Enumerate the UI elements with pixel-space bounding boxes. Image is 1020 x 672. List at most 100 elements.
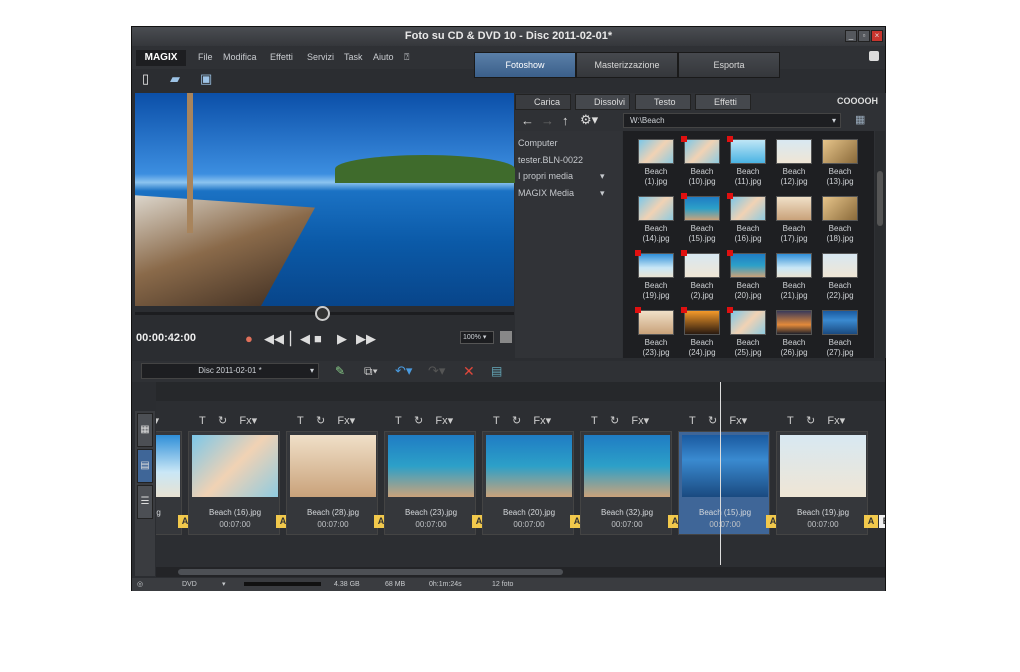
menu-task[interactable]: Task <box>344 52 363 62</box>
path-dropdown[interactable]: W:\Beach ▾ <box>623 113 841 128</box>
mode-masterizzazione[interactable]: Masterizzazione <box>576 52 678 78</box>
save-icon[interactable]: ▣ <box>200 71 214 86</box>
transition-button[interactable]: AB <box>864 515 885 528</box>
timeline-view-button[interactable]: ▤ <box>137 449 153 483</box>
undo-icon[interactable]: ↶▾ <box>395 363 412 379</box>
file-item[interactable]: Beach (13).jpg <box>817 139 863 194</box>
rotate-icon[interactable]: ↻ <box>806 415 815 427</box>
file-item[interactable]: Beach (25).jpg <box>725 307 771 358</box>
split-icon[interactable]: ⧉▾ <box>364 364 378 379</box>
vertical-scrollbar[interactable] <box>875 131 885 358</box>
chevron-down-icon[interactable]: ▾ <box>350 415 356 427</box>
file-item[interactable]: Beach (1).jpg <box>633 139 679 194</box>
open-folder-icon[interactable]: ▰ <box>170 71 184 86</box>
chevron-down-icon[interactable]: ▾ <box>742 415 748 427</box>
storyboard-clip[interactable]: Beach (15).jpg 00:07:00 T ↻ Fx▾ <box>678 415 770 535</box>
file-item[interactable]: Beach (20).jpg <box>725 250 771 308</box>
file-item[interactable]: Beach (26).jpg <box>771 310 817 358</box>
fx-icon[interactable]: Fx <box>435 415 447 427</box>
auto-photo-icon[interactable]: ✎ <box>335 364 345 378</box>
text-icon[interactable]: T <box>787 415 794 427</box>
rotate-icon[interactable]: ↻ <box>316 415 325 427</box>
delete-icon[interactable]: ✕ <box>463 363 475 380</box>
menu-effetti[interactable]: Effetti <box>270 52 293 62</box>
file-item[interactable]: Beach (23).jpg <box>633 307 679 358</box>
storyboard-clip[interactable]: Beach (19).jpg 00:07:00 T ↻ Fx▾ <box>776 415 868 535</box>
file-item[interactable]: Beach (21).jpg <box>771 253 817 308</box>
playhead[interactable] <box>720 382 721 565</box>
back-icon[interactable]: ← <box>521 113 534 128</box>
disc-select[interactable]: Disc 2011-02-01 * ▾ <box>141 363 319 379</box>
mode-fotoshow[interactable]: Fotoshow <box>474 52 576 78</box>
fullscreen-icon[interactable] <box>500 331 512 343</box>
text-icon[interactable]: T <box>493 415 500 427</box>
horizontal-scroll-thumb[interactable] <box>178 569 563 575</box>
fx-icon[interactable]: Fx <box>729 415 741 427</box>
tree-my-media[interactable]: I propri media <box>518 171 573 181</box>
new-file-icon[interactable]: ▯ <box>142 71 156 86</box>
stop-icon[interactable]: ■ <box>314 331 322 346</box>
file-item[interactable]: Beach (22).jpg <box>817 253 863 308</box>
to-start-icon[interactable]: ▏◀ <box>290 331 310 347</box>
text-icon[interactable]: T <box>199 415 206 427</box>
rotate-icon[interactable]: ↻ <box>708 415 717 427</box>
file-item[interactable]: Beach (10).jpg <box>679 136 725 194</box>
storyboard-clip[interactable]: Beach (28).jpg 00:07:00 T ↻ Fx▾ <box>286 415 378 535</box>
file-item[interactable]: Beach (24).jpg <box>679 307 725 358</box>
rotate-icon[interactable]: ↻ <box>610 415 619 427</box>
record-icon[interactable]: ● <box>245 331 253 346</box>
file-item[interactable]: Beach (12).jpg <box>771 139 817 194</box>
tree-magix-media[interactable]: MAGIX Media <box>518 188 574 198</box>
storyboard-clip[interactable]: Beach (16).jpg 00:07:00 T ↻ Fx▾ <box>188 415 280 535</box>
file-item[interactable]: Beach (17).jpg <box>771 196 817 251</box>
play-icon[interactable]: ▶ <box>337 331 347 347</box>
up-icon[interactable]: ↑ <box>562 113 569 128</box>
timeline-ruler[interactable] <box>156 382 885 401</box>
storyboard-clip[interactable]: Beach (32).jpg 00:07:00 T ↻ Fx▾ <box>580 415 672 535</box>
fx-icon[interactable]: Fx <box>239 415 251 427</box>
rotate-icon[interactable]: ↻ <box>512 415 521 427</box>
rewind-icon[interactable]: ◀◀ <box>264 331 284 347</box>
rotate-icon[interactable]: ↻ <box>414 415 423 427</box>
media-pool-icon[interactable]: ▤ <box>491 364 502 378</box>
storyboard-clip[interactable]: Beach (20).jpg 00:07:00 T ↻ Fx▾ <box>482 415 574 535</box>
storyboard-view-button[interactable]: ▦ <box>137 413 153 447</box>
file-item[interactable]: Beach (15).jpg <box>679 193 725 251</box>
file-item[interactable]: Beach (11).jpg <box>725 136 771 194</box>
chevron-down-icon[interactable]: ▾ <box>644 415 650 427</box>
file-item[interactable]: Beach (19).jpg <box>633 250 679 308</box>
storyboard-clip[interactable]: Beach (23).jpg 00:07:00 T ↻ Fx▾ <box>384 415 476 535</box>
help-icon[interactable]: ⍰ <box>404 52 409 63</box>
tab-testo[interactable]: Testo <box>635 94 691 110</box>
fx-icon[interactable]: Fx <box>533 415 545 427</box>
text-icon[interactable]: T <box>297 415 304 427</box>
panel-toggle-icon[interactable] <box>869 51 879 61</box>
tree-computer[interactable]: Computer <box>518 138 558 148</box>
chevron-down-icon[interactable]: ▾ <box>600 171 605 182</box>
fast-forward-icon[interactable]: ▶▶ <box>356 331 376 347</box>
menu-aiuto[interactable]: Aiuto <box>373 52 394 62</box>
chevron-down-icon[interactable]: ▾ <box>252 415 258 427</box>
chevron-down-icon[interactable]: ▾ <box>546 415 552 427</box>
zoom-select[interactable]: 100% ▾ <box>460 331 494 344</box>
forward-icon[interactable]: → <box>541 113 554 128</box>
text-icon[interactable]: T <box>689 415 696 427</box>
media-type[interactable]: DVD <box>182 578 197 591</box>
menu-servizi[interactable]: Servizi <box>307 52 334 62</box>
chevron-down-icon[interactable]: ▾ <box>448 415 454 427</box>
list-view-button[interactable]: ☰ <box>137 485 153 519</box>
fx-icon[interactable]: Fx <box>827 415 839 427</box>
minimize-button[interactable]: _ <box>845 30 857 42</box>
restore-button[interactable]: ▫ <box>858 30 870 42</box>
rotate-icon[interactable]: ↻ <box>218 415 227 427</box>
close-button[interactable]: × <box>871 30 883 42</box>
mode-esporta[interactable]: Esporta <box>678 52 780 78</box>
tab-effetti[interactable]: Effetti <box>695 94 751 110</box>
seek-handle[interactable] <box>315 306 330 321</box>
redo-icon[interactable]: ↷▾ <box>428 363 445 379</box>
settings-icon[interactable]: ⚙▾ <box>580 112 598 128</box>
menu-file[interactable]: File <box>198 52 213 62</box>
fx-icon[interactable]: Fx <box>337 415 349 427</box>
tab-dissolvi[interactable]: Dissolvi <box>575 94 630 110</box>
chevron-down-icon[interactable]: ▾ <box>222 578 226 591</box>
